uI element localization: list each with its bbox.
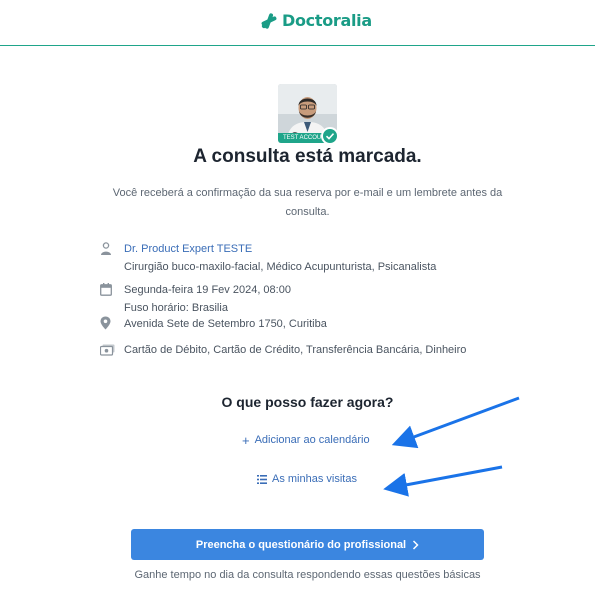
payment-icon [100, 341, 124, 357]
fill-questionnaire-button[interactable]: Preencha o questionário do profissional [131, 529, 484, 560]
doctor-icon [100, 240, 124, 256]
next-steps-title: O que posso fazer agora? [221, 394, 394, 410]
payment-detail: Cartão de Débito, Cartão de Crédito, Tra… [100, 341, 466, 359]
doctoralia-logo-icon [261, 12, 277, 29]
payment-methods: Cartão de Débito, Cartão de Crédito, Tra… [124, 344, 467, 356]
my-visits-label: As minhas visitas [272, 473, 357, 485]
brand-logo[interactable]: Doctoralia [260, 11, 372, 30]
date-detail: Segunda-feira 19 Fev 2024, 08:00 Fuso ho… [100, 281, 291, 317]
brand-name: Doctoralia [282, 11, 372, 30]
location-pin-icon [100, 315, 124, 331]
list-icon [257, 474, 267, 484]
doctor-detail: Dr. Product Expert TESTE Cirurgião buco-… [100, 240, 436, 276]
header: Doctoralia [0, 0, 595, 46]
verified-check-icon [321, 127, 339, 145]
questionnaire-footnote: Ganhe tempo no dia da consulta responden… [134, 569, 481, 581]
add-to-calendar-label: Adicionar ao calendário [254, 434, 370, 446]
confirmation-message: Você receberá a confirmação da sua reser… [112, 187, 503, 218]
annotation-arrow-icon [383, 465, 503, 497]
doctor-specialties: Cirurgião buco-maxilo-facial, Médico Acu… [124, 261, 437, 273]
plus-icon: + [242, 432, 250, 448]
fill-questionnaire-label: Preencha o questionário do profissional [195, 538, 407, 551]
doctor-name-link[interactable]: Dr. Product Expert TESTE [124, 240, 436, 258]
address-detail: Avenida Sete de Setembro 1750, Curitiba [100, 315, 327, 333]
appointment-datetime: Segunda-feira 19 Fev 2024, 08:00 [124, 284, 291, 296]
clinic-address: Avenida Sete de Setembro 1750, Curitiba [124, 318, 327, 330]
add-to-calendar-link[interactable]: + Adicionar ao calendário [242, 432, 370, 448]
chevron-right-icon [413, 539, 419, 550]
page-title: A consulta está marcada. [193, 146, 422, 167]
calendar-icon [100, 281, 124, 297]
my-visits-link[interactable]: As minhas visitas [257, 473, 357, 485]
